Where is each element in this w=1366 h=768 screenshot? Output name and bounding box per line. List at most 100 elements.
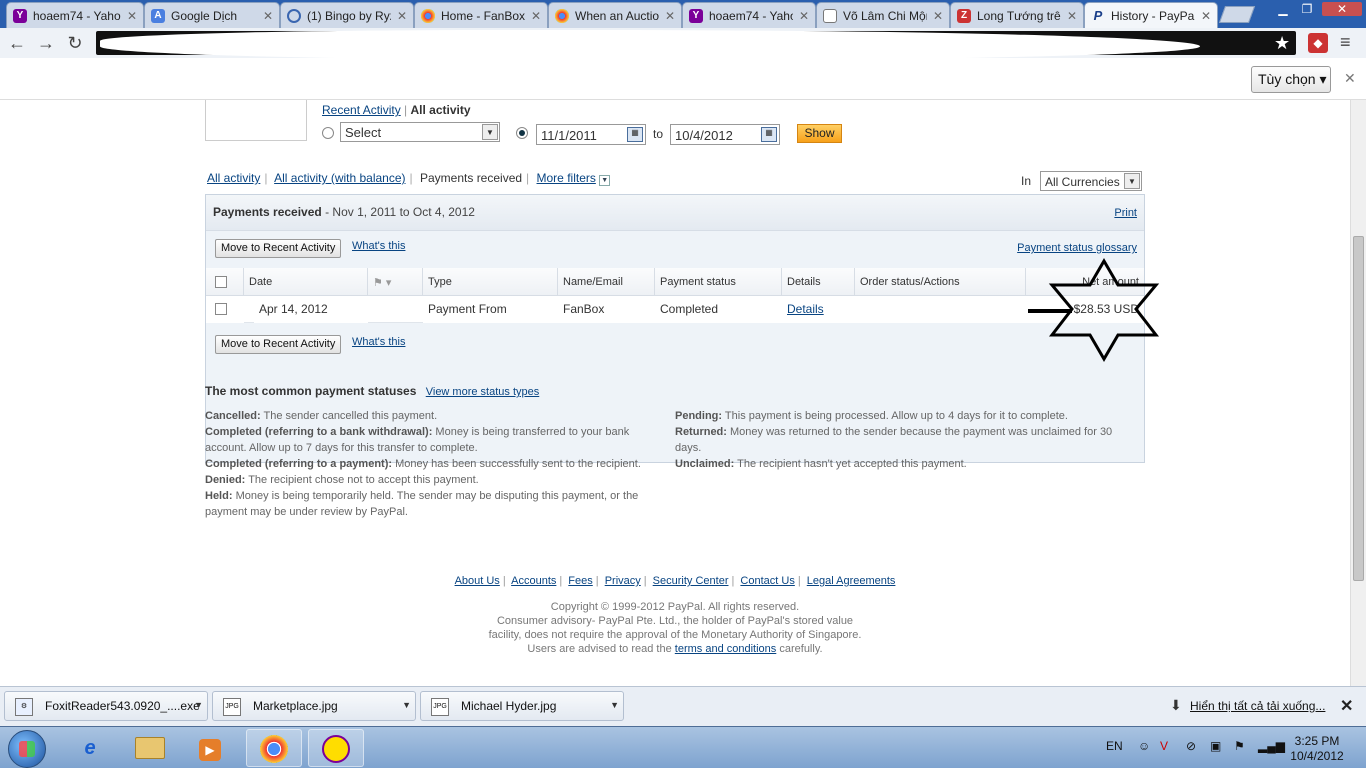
tab-auction[interactable]: When an Auctio ✕ <box>548 2 682 28</box>
download-item[interactable]: JPG Marketplace.jpg ▼ <box>212 691 416 721</box>
new-tab-button[interactable] <box>1218 6 1256 23</box>
reload-icon[interactable]: ↻ <box>63 32 87 54</box>
maximize-icon[interactable]: ❐ <box>1296 2 1318 16</box>
recent-activity-link[interactable]: Recent Activity <box>322 103 401 117</box>
chevron-down-icon[interactable]: ▼ <box>610 700 619 710</box>
media-player-icon[interactable]: ▶ <box>182 729 238 767</box>
col-type[interactable]: Type <box>423 268 558 296</box>
select-all-checkbox[interactable] <box>215 276 227 288</box>
tab-strip: Y hoaem74 - Yahoo ✕ A Google Dịch ✕ (1) … <box>0 0 1366 28</box>
back-icon[interactable]: ← <box>5 32 29 54</box>
status-completed-bank-cont: account. Allow up to 7 days for this tra… <box>205 442 478 454</box>
footer-fees[interactable]: Fees <box>568 575 592 587</box>
tray-icon[interactable]: ▣ <box>1210 739 1221 753</box>
whats-this-link[interactable]: What's this <box>352 240 405 252</box>
close-tab-icon[interactable]: ✕ <box>665 9 675 23</box>
view-more-status-types-link[interactable]: View more status types <box>426 386 540 398</box>
close-download-bar-icon[interactable]: ✕ <box>1340 696 1353 716</box>
antivirus-tray-icon[interactable]: V <box>1160 739 1168 753</box>
tab-yahoo-2[interactable]: Y hoaem74 - Yahoo ✕ <box>682 2 816 28</box>
close-tab-icon[interactable]: ✕ <box>263 9 273 23</box>
close-tab-icon[interactable]: ✕ <box>127 9 137 23</box>
col-date[interactable]: Date <box>244 268 368 296</box>
show-button[interactable]: Show <box>797 124 842 143</box>
download-bar: ⚙ FoxitReader543.0920_....exe ▼ JPG Mark… <box>0 686 1366 726</box>
col-payment-status[interactable]: Payment status <box>655 268 782 296</box>
footer-contact-us[interactable]: Contact Us <box>740 575 794 587</box>
move-to-recent-button-bottom[interactable]: Move to Recent Activity <box>215 335 342 354</box>
system-clock[interactable]: 3:25 PM 10/4/2012 <box>1286 734 1348 764</box>
yahoo-messenger-icon[interactable] <box>308 729 364 767</box>
chevron-down-icon[interactable]: ▼ <box>194 700 203 710</box>
clock-time: 3:25 PM <box>1294 734 1340 748</box>
file-explorer-icon[interactable] <box>122 729 178 767</box>
whats-this-link-bottom[interactable]: What's this <box>352 336 405 348</box>
tray-icon[interactable]: ⚑ <box>1234 739 1245 753</box>
bookmark-star-icon[interactable]: ★ <box>1274 33 1290 54</box>
custom-range-radio[interactable] <box>516 127 528 139</box>
chevron-down-icon[interactable]: ▼ <box>599 175 611 186</box>
close-tab-icon[interactable]: ✕ <box>799 9 809 23</box>
tab-yahoo-1[interactable]: Y hoaem74 - Yahoo ✕ <box>6 2 144 28</box>
scrollbar-thumb[interactable] <box>1353 236 1364 581</box>
minimize-icon[interactable]: ▁ <box>1272 2 1294 16</box>
internet-explorer-icon[interactable]: e <box>62 729 118 767</box>
close-tab-icon[interactable]: ✕ <box>531 9 541 23</box>
extension-icon[interactable]: ◆ <box>1308 33 1328 53</box>
to-date-field[interactable]: 10/4/2012 ▦ <box>670 124 780 145</box>
row-checkbox[interactable] <box>215 303 227 315</box>
tab-bingo[interactable]: (1) Bingo by Ryz ✕ <box>280 2 414 28</box>
chrome-taskbar-icon[interactable] <box>246 729 302 767</box>
close-tab-icon[interactable]: ✕ <box>1067 9 1077 23</box>
start-button[interactable] <box>8 730 46 768</box>
chevron-down-icon: ▼ <box>1124 173 1140 189</box>
tab-volam[interactable]: Võ Lâm Chi Mộng ✕ <box>816 2 950 28</box>
vertical-scrollbar[interactable] <box>1350 100 1366 686</box>
download-item[interactable]: ⚙ FoxitReader543.0920_....exe ▼ <box>4 691 208 721</box>
row-details-link[interactable]: Details <box>787 302 824 316</box>
tab-fanbox[interactable]: Home - FanBox ✕ <box>414 2 548 28</box>
tray-icon[interactable]: ⊘ <box>1186 739 1196 753</box>
close-window-icon[interactable]: ✕ <box>1322 2 1362 16</box>
close-tab-icon[interactable]: ✕ <box>933 9 943 23</box>
tab-longtuong[interactable]: Z Long Tướng trên ✕ <box>950 2 1084 28</box>
from-date-field[interactable]: 11/1/2011 ▦ <box>536 124 646 145</box>
date-range-select[interactable]: Select ▼ <box>340 122 500 142</box>
language-indicator[interactable]: EN <box>1106 739 1123 753</box>
payment-status-glossary-link[interactable]: Payment status glossary <box>1017 242 1137 254</box>
footer-privacy[interactable]: Privacy <box>605 575 641 587</box>
footer-about-us[interactable]: About Us <box>455 575 500 587</box>
yahoo-tray-icon[interactable]: ☺ <box>1138 739 1150 753</box>
download-item[interactable]: JPG Michael Hyder.jpg ▼ <box>420 691 624 721</box>
options-button[interactable]: Tùy chọn ▾ <box>1251 66 1331 93</box>
calendar-icon[interactable]: ▦ <box>761 127 777 142</box>
tab-google-translate[interactable]: A Google Dịch ✕ <box>144 2 280 28</box>
select-range-radio[interactable] <box>322 127 334 139</box>
chevron-down-icon[interactable]: ▼ <box>402 700 411 710</box>
calendar-icon[interactable]: ▦ <box>627 127 643 142</box>
filter-all-activity[interactable]: All activity <box>207 171 260 185</box>
tab-paypal-history[interactable]: P History - PayPal ✕ <box>1084 2 1218 28</box>
show-all-downloads-link[interactable]: Hiển thị tất cả tải xuống... <box>1190 699 1325 713</box>
close-tab-icon[interactable]: ✕ <box>1201 9 1211 23</box>
close-tab-icon[interactable]: ✕ <box>397 9 407 23</box>
terms-and-conditions-link[interactable]: terms and conditions <box>675 643 777 655</box>
row-type: Payment From <box>423 296 558 323</box>
currency-select[interactable]: All Currencies ▼ <box>1040 171 1142 191</box>
print-link[interactable]: Print <box>1114 207 1137 219</box>
wrench-menu-icon[interactable]: ≡ <box>1340 32 1351 53</box>
activity-filters: All activity | All activity (with balance… <box>207 171 611 186</box>
move-to-recent-button[interactable]: Move to Recent Activity <box>215 239 342 258</box>
more-filters-link[interactable]: More filters <box>537 171 596 185</box>
forward-icon[interactable]: → <box>34 32 58 54</box>
page-icon <box>823 8 837 23</box>
footer-legal-agreements[interactable]: Legal Agreements <box>807 575 896 587</box>
filter-all-with-balance[interactable]: All activity (with balance) <box>274 171 405 185</box>
flag-filter-icon[interactable]: ⚑ ▾ <box>368 268 423 296</box>
status-denied: Denied: The recipient chose not to accep… <box>205 474 479 486</box>
infobar-close-icon[interactable]: ✕ <box>1344 70 1356 87</box>
col-name-email[interactable]: Name/Email <box>558 268 655 296</box>
footer-accounts[interactable]: Accounts <box>511 575 556 587</box>
network-signal-icon[interactable]: ▂▄▆ <box>1258 739 1285 753</box>
footer-security-center[interactable]: Security Center <box>653 575 729 587</box>
